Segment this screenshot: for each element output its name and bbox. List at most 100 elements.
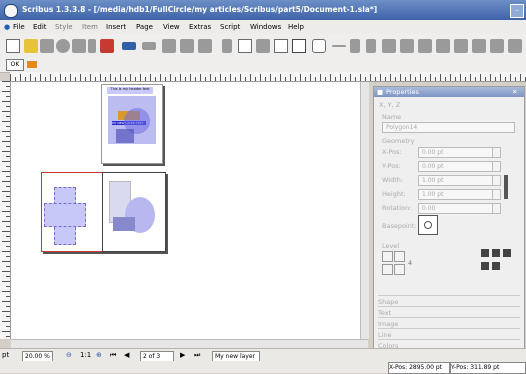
menu-page[interactable]: Page (136, 23, 153, 31)
edit-text-icon[interactable] (436, 39, 450, 53)
link-frames-icon[interactable] (454, 39, 468, 53)
ruler-tick (2, 311, 10, 312)
ruler-tick (6, 86, 10, 87)
prev-page-icon[interactable]: ◀ (124, 351, 129, 360)
width-spinner[interactable] (492, 175, 501, 186)
table-icon[interactable] (274, 39, 288, 53)
height-field[interactable]: 1.00 pt (418, 189, 493, 200)
no-print-icon[interactable] (492, 262, 500, 270)
line-icon[interactable] (332, 45, 346, 47)
print-icon[interactable] (72, 39, 86, 53)
ruler-tick (250, 74, 251, 81)
bezier-icon[interactable] (350, 39, 360, 53)
ypos-field[interactable]: 0.00 pt (418, 161, 493, 172)
vertical-scrollbar[interactable] (360, 82, 369, 339)
flip-vertical-icon[interactable] (481, 262, 489, 270)
ruler-tick (335, 77, 336, 81)
undo-icon[interactable] (122, 42, 136, 50)
rotation-field[interactable]: 0.00 (418, 203, 493, 214)
zoom-in-icon[interactable]: ⊕ (96, 351, 102, 360)
paste-icon[interactable] (198, 39, 212, 53)
zoom-icon[interactable] (400, 39, 414, 53)
minimize-icon[interactable]: – (510, 4, 524, 18)
ruler-tick (60, 74, 61, 81)
lock-size-icon[interactable] (503, 249, 511, 257)
ruler-tick (40, 74, 41, 81)
flip-horizontal-icon[interactable] (481, 249, 489, 257)
keep-ratio-chain-icon[interactable] (504, 175, 508, 199)
horizontal-ruler (10, 72, 526, 82)
cut-icon[interactable] (162, 39, 176, 53)
next-page-icon[interactable]: ▶ (180, 351, 185, 360)
menu-insert[interactable]: Insert (106, 23, 126, 31)
close-doc-icon[interactable] (56, 39, 70, 53)
pdf-ok-button[interactable]: OK (6, 59, 24, 71)
ruler-tick (500, 74, 501, 81)
image-frame-icon[interactable] (256, 39, 270, 53)
menu-style[interactable]: Style (55, 23, 73, 31)
document-canvas[interactable]: This is my header text MY NEW LAYER TEXT (11, 82, 368, 339)
shape-icon[interactable] (292, 39, 306, 53)
name-field[interactable]: Polygon14 (382, 122, 515, 133)
unit-selector[interactable]: pt (2, 351, 9, 360)
edit-contents-icon[interactable] (418, 39, 432, 53)
preflight-icon[interactable] (88, 39, 96, 53)
rotation-spinner[interactable] (492, 203, 501, 214)
menu-edit[interactable]: Edit (33, 23, 47, 31)
lower-bottom-icon[interactable] (394, 264, 405, 275)
select-arrow-icon[interactable] (222, 39, 232, 53)
ruler-tick (2, 241, 10, 242)
polygon-icon[interactable] (312, 39, 326, 53)
open-folder-icon[interactable] (24, 39, 38, 53)
text-frame-icon[interactable] (238, 39, 252, 53)
page-2[interactable] (41, 172, 103, 252)
first-page-icon[interactable]: ⏮ (110, 351, 116, 360)
page-1[interactable]: This is my header text MY NEW LAYER TEXT (101, 84, 163, 164)
redo-icon[interactable] (142, 42, 156, 50)
copy-properties-icon[interactable] (508, 39, 522, 53)
ruler-tick (295, 77, 296, 81)
ruler-tick (6, 316, 10, 317)
basepoint-selector[interactable] (418, 215, 438, 235)
raise-level-icon[interactable] (382, 251, 393, 262)
xpos-spinner[interactable] (492, 147, 501, 158)
ruler-tick (190, 74, 191, 81)
xpos-field[interactable]: 0.00 pt (418, 147, 493, 158)
menu-file[interactable]: File (13, 23, 25, 31)
unlink-frames-icon[interactable] (472, 39, 486, 53)
lock-icon[interactable] (492, 249, 500, 257)
freehand-icon[interactable] (366, 39, 376, 53)
menu-windows[interactable]: Windows (250, 23, 281, 31)
menu-help[interactable]: Help (288, 23, 304, 31)
horizontal-scrollbar[interactable] (11, 339, 368, 348)
copy-icon[interactable] (180, 39, 194, 53)
zoom-out-icon[interactable]: ⊖ (66, 351, 72, 360)
menu-extras[interactable]: Extras (189, 23, 211, 31)
page-3[interactable] (102, 172, 166, 252)
rotate-icon[interactable] (382, 39, 396, 53)
xpos-label: X-Pos: (382, 148, 402, 156)
ruler-tick (430, 74, 431, 81)
ruler-tick (350, 74, 351, 81)
name-label: Name (382, 113, 402, 121)
height-spinner[interactable] (492, 189, 501, 200)
zoom-ratio[interactable]: 1:1 (80, 351, 91, 360)
basepoint-center-icon[interactable] (424, 221, 432, 229)
close-palette-icon[interactable]: ✕ (512, 88, 517, 96)
pdf-export-icon[interactable] (100, 39, 114, 53)
menu-view[interactable]: View (163, 23, 180, 31)
ruler-tick (6, 246, 10, 247)
pdf-tools-icon[interactable] (27, 61, 37, 68)
menu-script[interactable]: Script (220, 23, 240, 31)
new-document-icon[interactable] (6, 39, 20, 53)
save-icon[interactable] (40, 39, 54, 53)
ruler-tick (6, 206, 10, 207)
measure-icon[interactable] (490, 39, 504, 53)
menu-item[interactable]: Item (82, 23, 98, 31)
lower-level-icon[interactable] (382, 264, 393, 275)
last-page-icon[interactable]: ⏭ (194, 351, 200, 360)
raise-top-icon[interactable] (394, 251, 405, 262)
ypos-spinner[interactable] (492, 161, 501, 172)
width-field[interactable]: 1.00 pt (418, 175, 493, 186)
xyz-section-label[interactable]: X, Y, Z (379, 101, 400, 109)
